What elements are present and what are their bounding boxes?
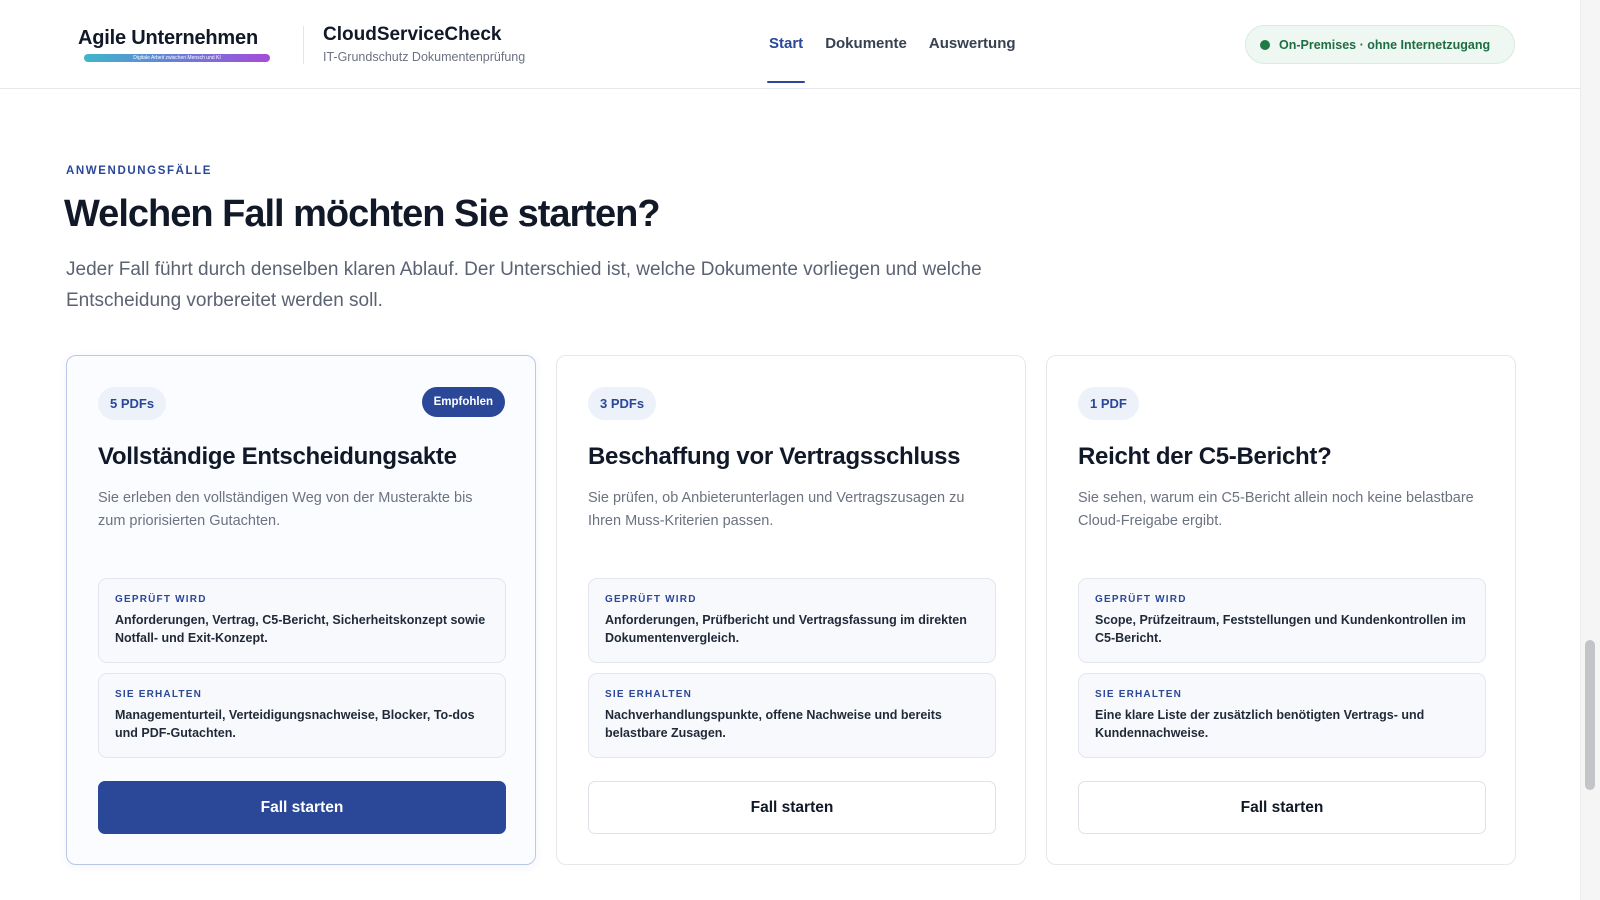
checked-box: GEPRÜFT WIRD Anforderungen, Prüfbericht … bbox=[588, 578, 996, 663]
status-dot-icon bbox=[1260, 39, 1270, 50]
case-card-full-file: 5 PDFs Empfohlen Vollständige Entscheidu… bbox=[66, 355, 536, 865]
checked-text: Anforderungen, Prüfbericht und Vertragsf… bbox=[605, 613, 967, 645]
card-description: Sie erleben den vollständigen Weg von de… bbox=[98, 490, 473, 529]
result-label: SIE ERHALTEN bbox=[115, 689, 202, 700]
product-info: CloudServiceCheck IT-Grundschutz Dokumen… bbox=[323, 24, 525, 64]
case-card-c5-report: 1 PDF Reicht der C5-Bericht? Sie sehen, … bbox=[1046, 355, 1516, 865]
checked-label: GEPRÜFT WIRD bbox=[605, 594, 697, 605]
section-eyebrow: ANWENDUNGSFÄLLE bbox=[66, 165, 213, 177]
header-divider bbox=[303, 26, 304, 64]
card-title: Beschaffung vor Vertragsschluss bbox=[588, 443, 961, 470]
pdf-count-chip: 5 PDFs bbox=[98, 387, 167, 420]
nav-start[interactable]: Start bbox=[767, 0, 806, 89]
product-subtitle: IT-Grundschutz Dokumentenprüfung bbox=[323, 50, 526, 64]
start-case-button[interactable]: Fall starten bbox=[98, 781, 506, 834]
pdf-count-chip: 3 PDFs bbox=[588, 387, 657, 420]
card-title: Vollständige Entscheidungsakte bbox=[98, 443, 457, 470]
status-badge: On-Premises · ohne Internetzugang bbox=[1245, 25, 1515, 64]
brand-tagline-bar: Digitale Arbeit zwischen Mensch und KI bbox=[84, 54, 270, 62]
checked-label: GEPRÜFT WIRD bbox=[115, 594, 207, 605]
start-case-button[interactable]: Fall starten bbox=[1078, 781, 1486, 834]
result-text: Nachverhandlungspunkte, offene Nachweise… bbox=[605, 708, 942, 740]
result-label: SIE ERHALTEN bbox=[1095, 689, 1182, 700]
checked-text: Scope, Prüfzeitraum, Feststellungen und … bbox=[1095, 613, 1466, 645]
brand-logo[interactable]: Agile Unternehmen Digitale Arbeit zwisch… bbox=[78, 27, 274, 67]
result-box: SIE ERHALTEN Eine klare Liste der zusätz… bbox=[1078, 673, 1486, 758]
nav-dokumente[interactable]: Dokumente bbox=[823, 0, 909, 89]
checked-box: GEPRÜFT WIRD Scope, Prüfzeitraum, Festst… bbox=[1078, 578, 1486, 663]
pdf-count-chip: 1 PDF bbox=[1078, 387, 1139, 420]
page-lead: Jeder Fall führt durch denselben klaren … bbox=[66, 259, 982, 311]
result-box: SIE ERHALTEN Managementurteil, Verteidig… bbox=[98, 673, 506, 758]
checked-label: GEPRÜFT WIRD bbox=[1095, 594, 1187, 605]
start-case-button[interactable]: Fall starten bbox=[588, 781, 996, 834]
checked-box: GEPRÜFT WIRD Anforderungen, Vertrag, C5-… bbox=[98, 578, 506, 663]
app-header: Agile Unternehmen Digitale Arbeit zwisch… bbox=[0, 0, 1580, 89]
result-label: SIE ERHALTEN bbox=[605, 689, 692, 700]
page-scrollbar-thumb[interactable] bbox=[1585, 640, 1595, 790]
result-text: Eine klare Liste der zusätzlich benötigt… bbox=[1095, 708, 1425, 740]
result-box: SIE ERHALTEN Nachverhandlungspunkte, off… bbox=[588, 673, 996, 758]
checked-text: Anforderungen, Vertrag, C5-Bericht, Sich… bbox=[115, 613, 486, 645]
recommended-badge: Empfohlen bbox=[421, 387, 505, 417]
main-nav: Start Dokumente Auswertung bbox=[767, 0, 1036, 89]
brand-name: Agile Unternehmen bbox=[78, 27, 258, 49]
card-title: Reicht der C5-Bericht? bbox=[1078, 443, 1332, 470]
page-title: Welchen Fall möchten Sie starten? bbox=[64, 193, 661, 235]
nav-auswertung[interactable]: Auswertung bbox=[927, 0, 1018, 89]
result-text: Managementurteil, Verteidigungsnachweise… bbox=[115, 708, 475, 740]
card-description: Sie prüfen, ob Anbieterunterlagen und Ve… bbox=[588, 490, 965, 529]
card-description: Sie sehen, warum ein C5-Bericht allein n… bbox=[1078, 490, 1474, 529]
product-title: CloudServiceCheck bbox=[323, 24, 502, 45]
case-card-procurement: 3 PDFs Beschaffung vor Vertragsschluss S… bbox=[556, 355, 1026, 865]
status-text: On-Premises · ohne Internetzugang bbox=[1279, 37, 1491, 52]
